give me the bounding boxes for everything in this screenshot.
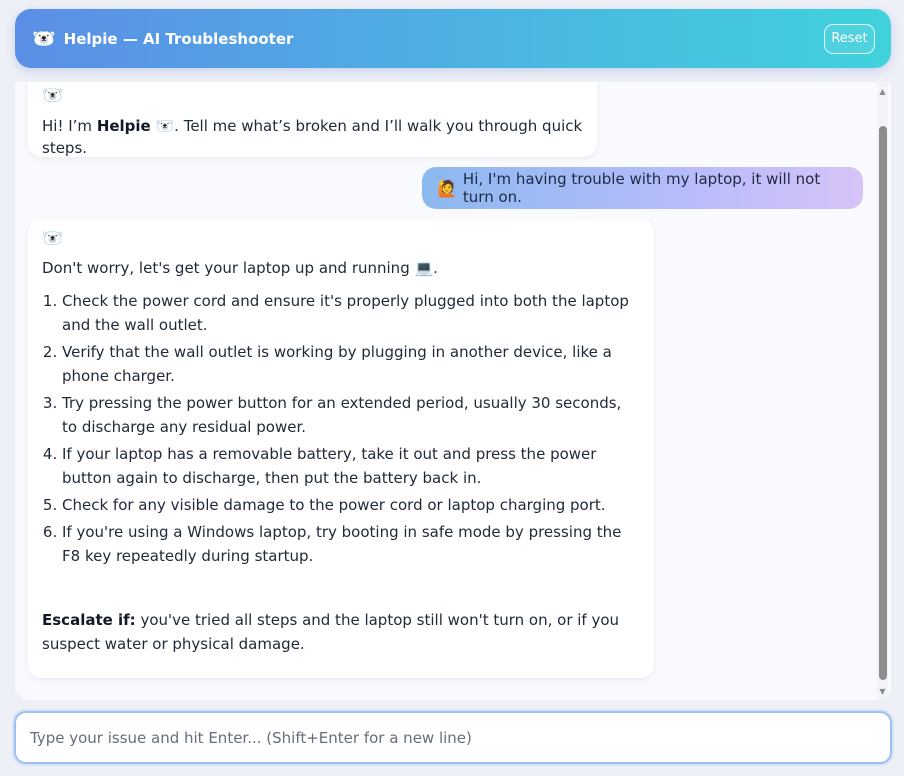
app-header: 🐻‍❄️ Helpie — AI Troubleshooter Reset: [15, 9, 891, 68]
bear-icon: 🐻‍❄️: [42, 229, 64, 249]
bear-icon: 🐻‍❄️: [32, 28, 56, 50]
troubleshooting-steps: Check the power cord and ensure it's pro…: [42, 289, 640, 568]
step-item: Verify that the wall outlet is working b…: [62, 340, 640, 388]
bot-message: 🐻‍❄️ Don't worry, let's get your laptop …: [28, 219, 654, 678]
reset-button[interactable]: Reset: [824, 23, 875, 54]
user-raising-hand-icon: 🙋: [437, 178, 457, 198]
scroll-down-arrow-icon[interactable]: ▼: [877, 685, 888, 697]
step-item: Check for any visible damage to the powe…: [62, 493, 640, 517]
app-title: Helpie — AI Troubleshooter: [63, 29, 294, 48]
step-item: If you're using a Windows laptop, try bo…: [62, 520, 640, 568]
scroll-thumb[interactable]: [879, 126, 887, 680]
message-input[interactable]: [16, 713, 890, 762]
step-item: Check the power cord and ensure it's pro…: [62, 289, 640, 337]
bot-name: Helpie: [96, 117, 151, 135]
chat-scrollbar[interactable]: ▲ ▼: [877, 82, 888, 700]
bot-message-text: Hi! I’m Helpie 🐻‍❄️. Tell me what’s brok…: [42, 115, 583, 159]
bot-reply-intro: Don't worry, let's get your laptop up an…: [42, 259, 438, 277]
greeting-prefix: Hi! I’m: [42, 117, 97, 135]
chat-panel: 🐻‍❄️ Hi! I’m Helpie 🐻‍❄️. Tell me what’s…: [15, 82, 891, 700]
bear-icon: 🐻‍❄️: [42, 86, 64, 106]
escalation-note: Escalate if: you've tried all steps and …: [42, 608, 640, 656]
user-message: 🙋 Hi, I'm having trouble with my laptop,…: [422, 167, 863, 209]
escalate-label: Escalate if:: [42, 611, 136, 629]
step-item: If your laptop has a removable battery, …: [62, 442, 640, 490]
message-input-container: [14, 711, 892, 764]
scroll-up-arrow-icon[interactable]: ▲: [877, 85, 888, 97]
step-item: Try pressing the power button for an ext…: [62, 391, 640, 439]
bot-message: 🐻‍❄️ Hi! I’m Helpie 🐻‍❄️. Tell me what’s…: [28, 82, 597, 157]
user-message-text: Hi, I'm having trouble with my laptop, i…: [462, 170, 821, 206]
